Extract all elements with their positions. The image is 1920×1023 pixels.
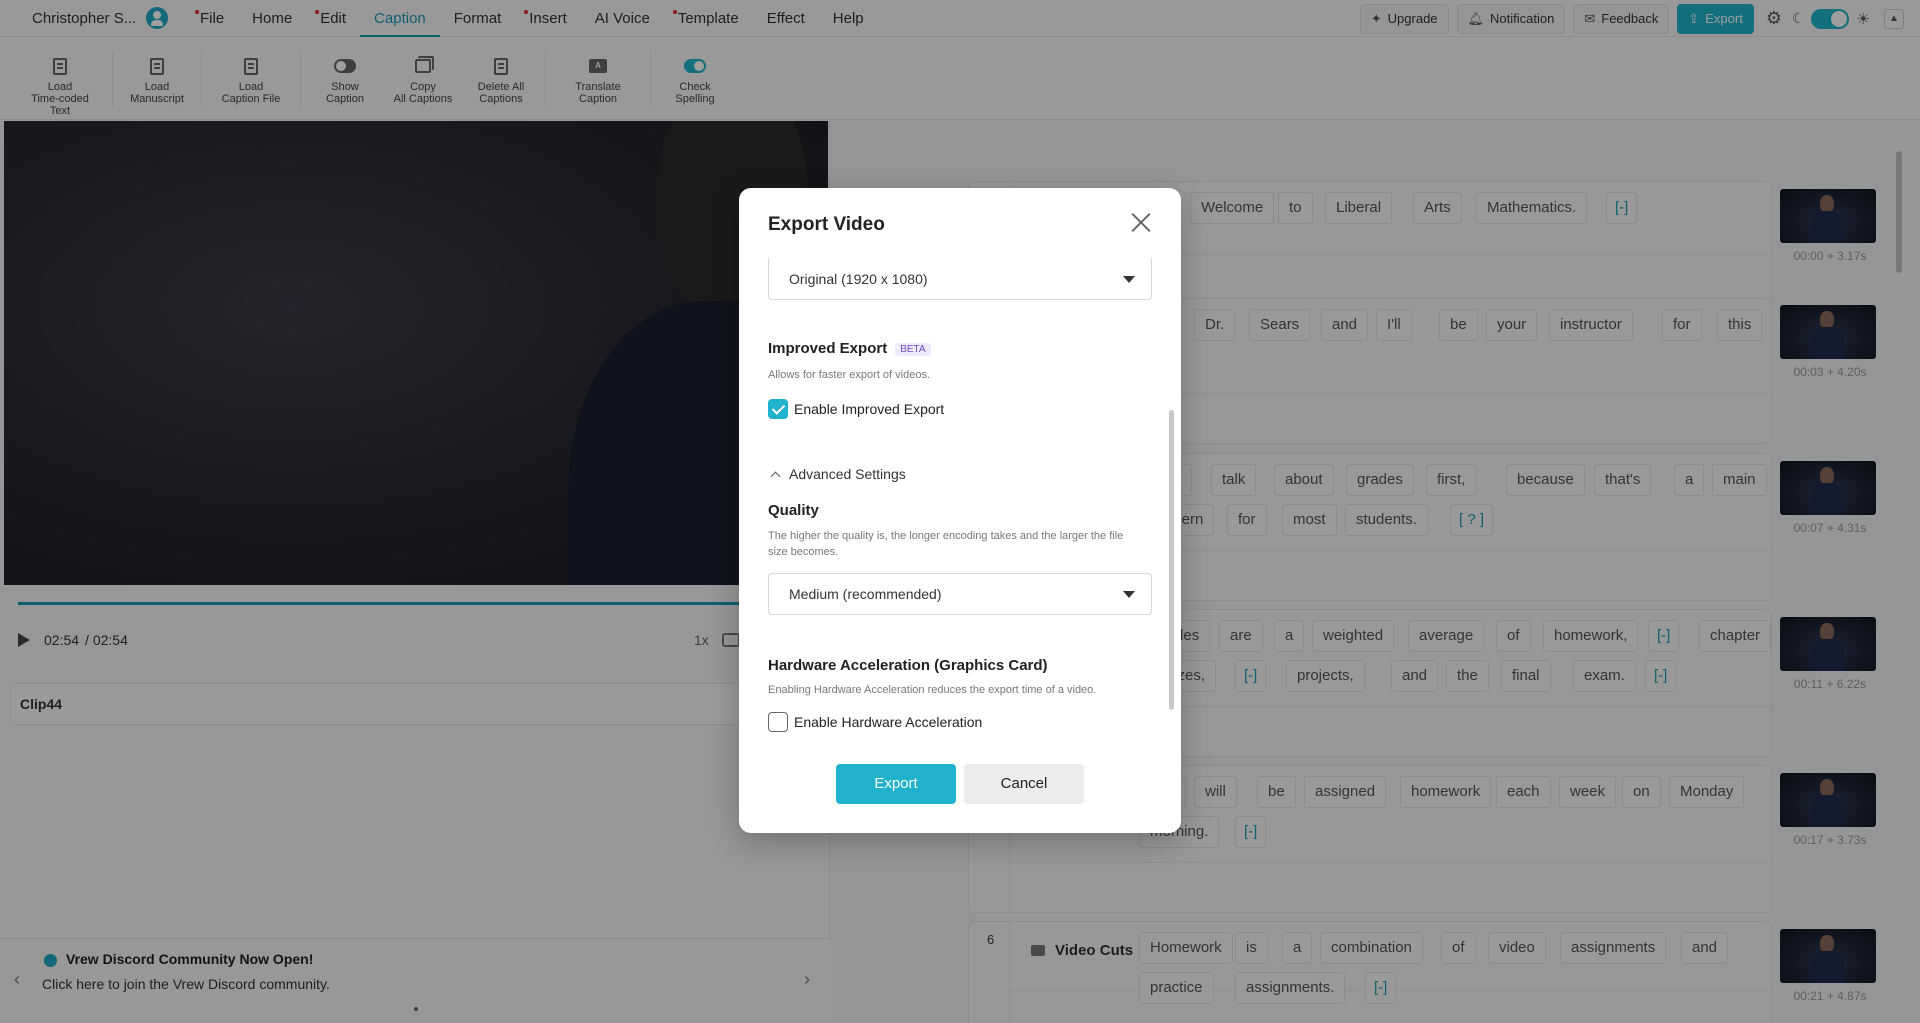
chevron-down-icon	[1123, 276, 1135, 283]
hardware-acceleration-title: Hardware Acceleration (Graphics Card)	[768, 657, 1048, 674]
resolution-value: Original (1920 x 1080)	[789, 271, 928, 287]
dialog-scrollbar[interactable]	[1169, 410, 1174, 710]
dialog-export-button[interactable]: Export	[836, 764, 956, 804]
advanced-settings-label: Advanced Settings	[789, 466, 906, 482]
checkbox-unchecked-icon[interactable]	[768, 712, 788, 732]
improved-export-title: Improved Export BETA	[768, 340, 931, 357]
chevron-up-icon	[770, 471, 781, 481]
improved-export-checkbox[interactable]: Enable Improved Export	[768, 399, 944, 419]
checkbox-checked-icon[interactable]	[768, 399, 788, 419]
improved-export-label: Improved Export	[768, 340, 888, 357]
beta-badge: BETA	[895, 342, 931, 356]
hardware-acceleration-desc: Enabling Hardware Acceleration reduces t…	[768, 684, 1097, 696]
advanced-settings-toggle[interactable]: Advanced Settings	[768, 466, 906, 482]
export-video-dialog: Export Video Original (1920 x 1080) Impr…	[739, 188, 1181, 833]
hardware-acceleration-checkbox-label: Enable Hardware Acceleration	[794, 714, 983, 730]
dialog-title: Export Video	[768, 214, 885, 235]
improved-export-checkbox-label: Enable Improved Export	[794, 401, 945, 417]
quality-select[interactable]: Medium (recommended)	[768, 573, 1152, 615]
hardware-acceleration-checkbox[interactable]: Enable Hardware Acceleration	[768, 712, 982, 732]
quality-title: Quality	[768, 502, 819, 519]
dialog-cancel-button[interactable]: Cancel	[964, 764, 1084, 804]
chevron-down-icon	[1123, 591, 1135, 598]
close-icon[interactable]	[1129, 210, 1153, 234]
quality-value: Medium (recommended)	[789, 586, 942, 602]
improved-export-desc: Allows for faster export of videos.	[768, 369, 931, 381]
resolution-select[interactable]: Original (1920 x 1080)	[768, 258, 1152, 300]
quality-desc: The higher the quality is, the longer en…	[768, 530, 1124, 558]
